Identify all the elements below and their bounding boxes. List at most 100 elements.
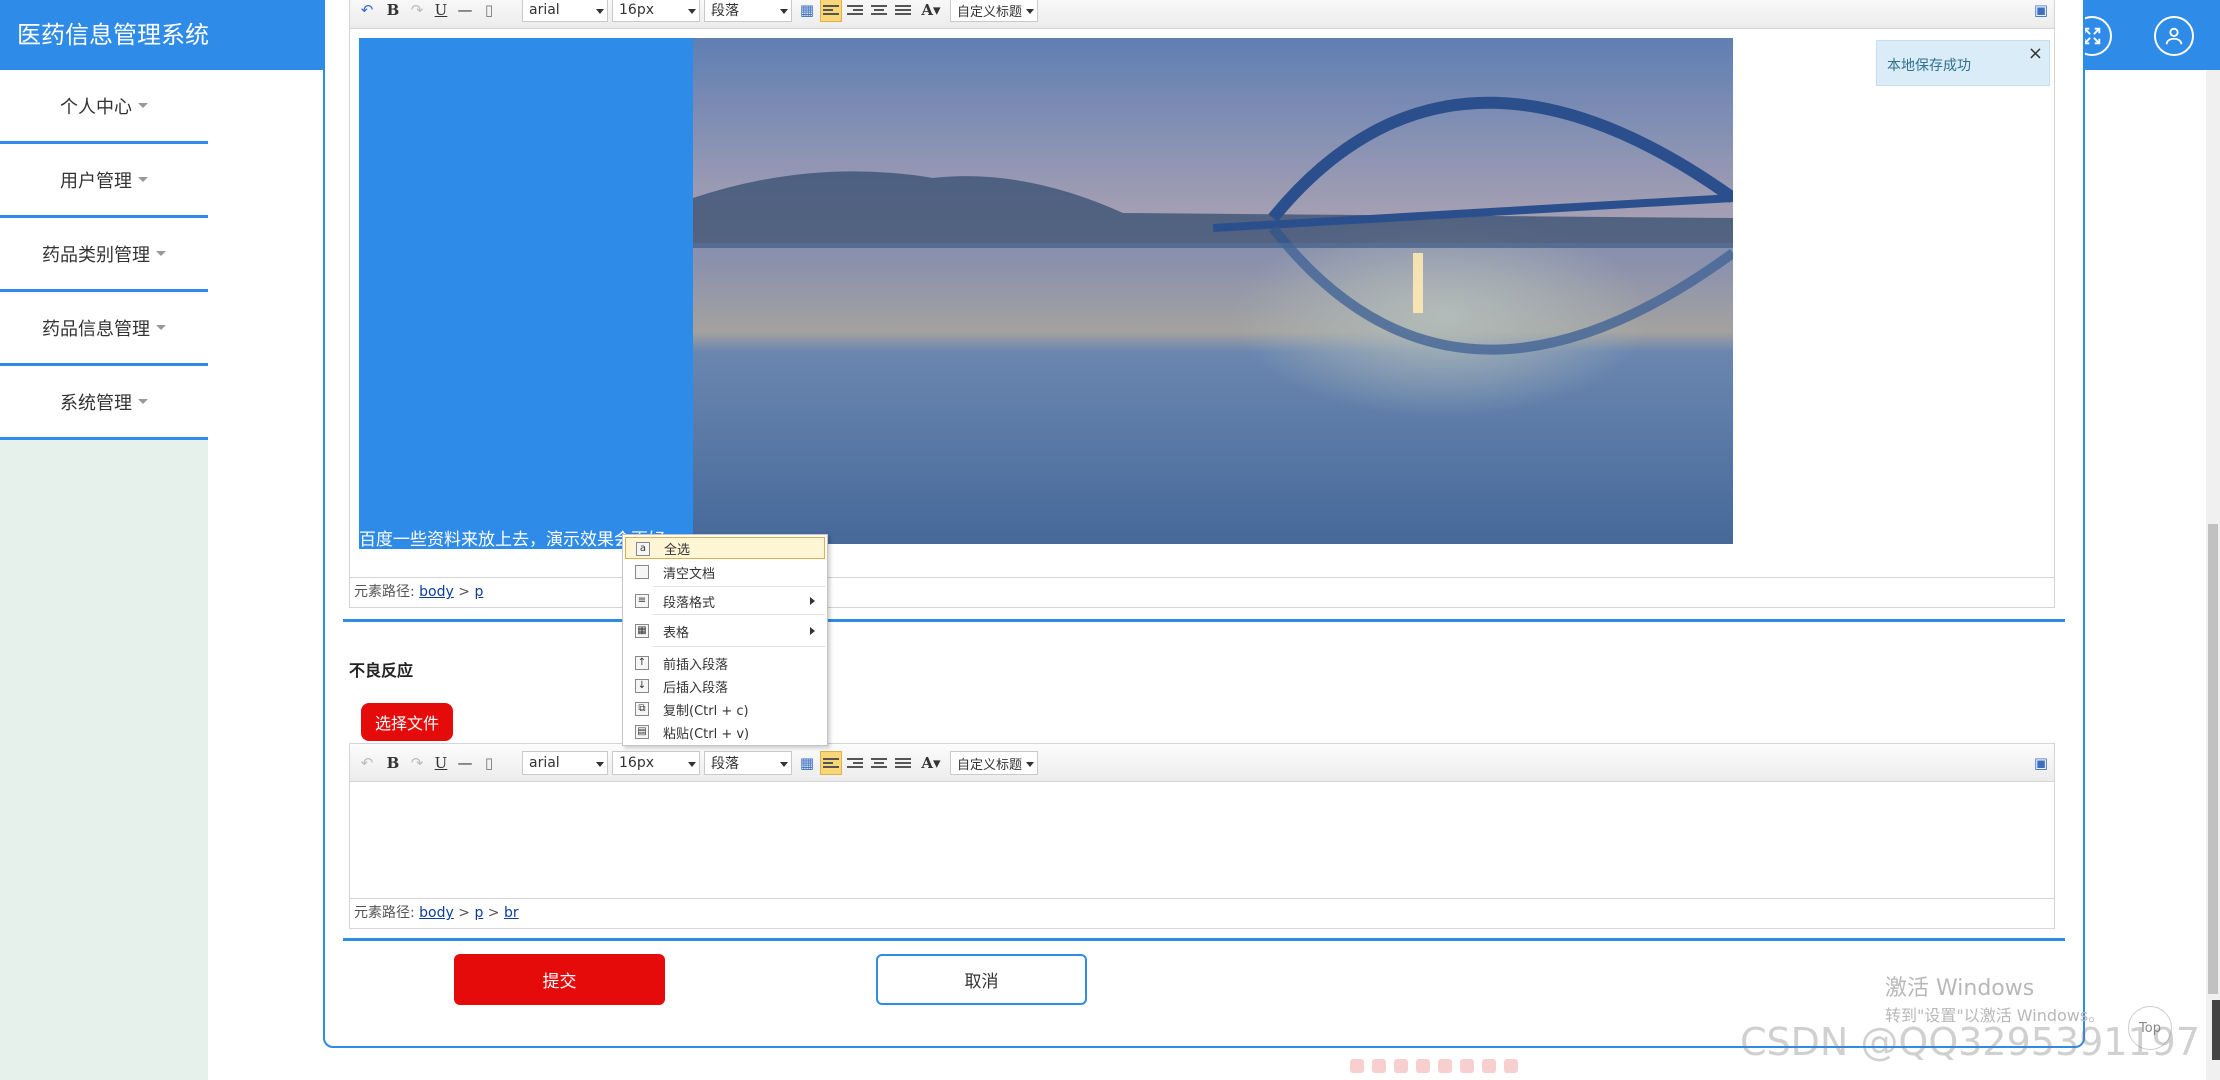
bold-icon[interactable]: B <box>382 0 404 22</box>
font-size-select[interactable]: 16px <box>612 751 700 775</box>
align-right-icon[interactable] <box>844 0 866 22</box>
ime-icon <box>1504 1059 1518 1073</box>
section-divider <box>343 938 2065 941</box>
new-doc-icon[interactable]: ▯ <box>478 751 500 775</box>
align-left-icon[interactable] <box>820 0 842 22</box>
align-left-icon[interactable] <box>820 751 842 775</box>
table-icon: ▦ <box>635 624 649 638</box>
paragraph-format-icon: ≡ <box>635 594 649 608</box>
context-menu-item-table[interactable]: ▦ 表格 <box>625 620 825 642</box>
caret-down-icon <box>156 251 166 256</box>
horizontal-rule-icon[interactable]: — <box>454 0 476 22</box>
path-link-p[interactable]: p <box>474 905 483 921</box>
context-menu-item-insert-before[interactable]: ↑ 前插入段落 <box>625 652 825 674</box>
context-menu-item-insert-after[interactable]: ↓ 后插入段落 <box>625 675 825 697</box>
sidebar-item-system[interactable]: 系统管理 <box>0 366 208 440</box>
underline-icon[interactable]: U <box>430 0 452 22</box>
context-menu-item-copy[interactable]: ⧉ 复制(Ctrl + c) <box>625 698 825 720</box>
element-path: 元素路径: body > p > br <box>350 898 2054 928</box>
table-icon[interactable]: ▦ <box>796 0 818 22</box>
caret-down-icon <box>156 325 166 330</box>
csdn-watermark: CSDN @QQ3295391197 <box>1740 1020 2201 1064</box>
path-link-br[interactable]: br <box>504 905 519 921</box>
font-color-icon[interactable]: A ▾ <box>916 751 946 775</box>
undo-icon[interactable]: ↶ <box>356 0 378 22</box>
sidebar-item-users[interactable]: 用户管理 <box>0 144 208 218</box>
editor-toolbar: ↶ B ↷ U — ▯ arial 16px 段落 ▦ A ▾ 自定义标题 ▣ <box>350 0 2054 29</box>
font-family-select[interactable]: arial <box>522 0 608 22</box>
font-size-select[interactable]: 16px <box>612 0 700 22</box>
sidebar-item-profile[interactable]: 个人中心 <box>0 70 208 144</box>
new-doc-icon[interactable]: ▯ <box>478 0 500 22</box>
path-link-body[interactable]: body <box>419 905 454 921</box>
section-divider <box>343 619 2065 622</box>
paragraph-select[interactable]: 段落 <box>704 0 792 22</box>
select-all-icon: a <box>636 542 650 556</box>
redo-icon[interactable]: ↷ <box>406 0 428 22</box>
path-link-body[interactable]: body <box>419 584 454 600</box>
notification-text: 本地保存成功 <box>1887 58 1971 74</box>
ime-icon <box>1482 1059 1496 1073</box>
font-family-select[interactable]: arial <box>522 751 608 775</box>
scrollbar-thumb[interactable] <box>2208 524 2218 994</box>
rich-text-editor-adverse[interactable]: ↶ B ↷ U — ▯ arial 16px 段落 ▦ A ▾ 自定义标题 ▣ 元… <box>349 743 2055 929</box>
align-right-icon[interactable] <box>844 751 866 775</box>
font-color-icon[interactable]: A ▾ <box>916 0 946 22</box>
copy-icon: ⧉ <box>635 702 649 716</box>
paragraph-select[interactable]: 段落 <box>704 751 792 775</box>
path-link-p[interactable]: p <box>474 584 483 600</box>
caret-down-icon <box>138 177 148 182</box>
fullscreen-editor-icon[interactable]: ▣ <box>2030 0 2052 22</box>
horizontal-rule-icon[interactable]: — <box>454 751 476 775</box>
context-menu: a 全选 清空文档 ≡ 段落格式 ▦ 表格 ↑ 前插入段落 ↓ 后插入段落 ⧉ … <box>622 534 828 746</box>
sidebar-item-drug-info[interactable]: 药品信息管理 <box>0 292 208 366</box>
context-menu-item-clear[interactable]: 清空文档 <box>625 561 825 583</box>
sidebar-item-label: 系统管理 <box>60 392 132 414</box>
ime-icon <box>1372 1059 1386 1073</box>
align-center-icon[interactable] <box>868 751 890 775</box>
redo-icon[interactable]: ↷ <box>406 751 428 775</box>
close-icon[interactable]: × <box>2028 43 2043 64</box>
align-justify-icon[interactable] <box>892 0 914 22</box>
align-center-icon[interactable] <box>868 0 890 22</box>
windows-activation-title: 激活 Windows <box>1885 976 2035 1001</box>
custom-title-select[interactable]: 自定义标题 <box>950 0 1038 22</box>
insert-after-icon: ↓ <box>635 679 649 693</box>
fullscreen-editor-icon[interactable]: ▣ <box>2030 751 2052 775</box>
app-title: 医药信息管理系统 <box>0 0 348 70</box>
ime-icon <box>1416 1059 1430 1073</box>
paste-icon: ▤ <box>635 725 649 739</box>
bold-icon[interactable]: B <box>382 751 404 775</box>
submit-button[interactable]: 提交 <box>454 954 665 1005</box>
clear-doc-icon <box>635 565 649 579</box>
sidebar: 个人中心 用户管理 药品类别管理 药品信息管理 系统管理 <box>0 70 208 1080</box>
context-menu-item-select-all[interactable]: a 全选 <box>625 537 825 559</box>
context-menu-item-paste[interactable]: ▤ 粘贴(Ctrl + v) <box>625 721 825 743</box>
sidebar-item-label: 用户管理 <box>60 170 132 192</box>
align-justify-icon[interactable] <box>892 751 914 775</box>
sidebar-item-drug-category[interactable]: 药品类别管理 <box>0 218 208 292</box>
user-button[interactable] <box>2154 16 2194 56</box>
underline-icon[interactable]: U <box>430 751 452 775</box>
choose-file-button[interactable]: 选择文件 <box>361 703 453 741</box>
ime-icon <box>1350 1059 1364 1073</box>
caret-down-icon <box>138 103 148 108</box>
submenu-arrow-icon <box>810 597 815 605</box>
element-path: 元素路径: body > p <box>350 577 2054 607</box>
sidebar-item-label: 药品类别管理 <box>42 244 150 266</box>
save-notification: 本地保存成功 × <box>1876 40 2050 86</box>
caret-down-icon <box>138 399 148 404</box>
insert-before-icon: ↑ <box>635 656 649 670</box>
cancel-button[interactable]: 取消 <box>876 954 1087 1005</box>
undo-icon[interactable]: ↶ <box>356 751 378 775</box>
menu-divider <box>653 614 825 615</box>
adverse-reaction-label: 不良反应 <box>349 661 414 680</box>
ime-icon <box>1394 1059 1408 1073</box>
scrollbar-handle[interactable] <box>2212 1000 2220 1060</box>
context-menu-item-paragraph-format[interactable]: ≡ 段落格式 <box>625 590 825 612</box>
submenu-arrow-icon <box>810 627 815 635</box>
menu-divider <box>653 646 825 647</box>
custom-title-select[interactable]: 自定义标题 <box>950 751 1038 775</box>
table-icon[interactable]: ▦ <box>796 751 818 775</box>
bridge-photo <box>693 38 1733 544</box>
